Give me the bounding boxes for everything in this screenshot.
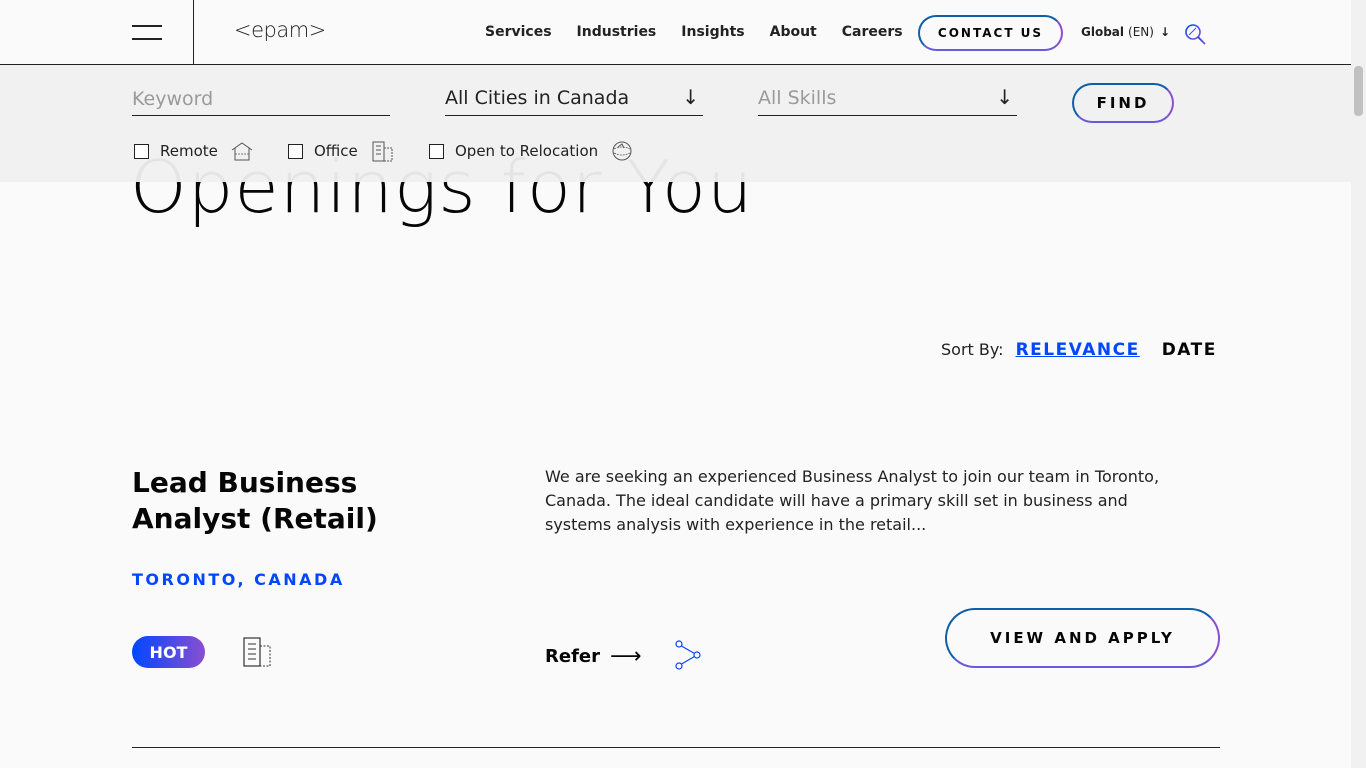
language-code: (EN) <box>1128 25 1154 39</box>
nav-industries[interactable]: Industries <box>577 24 657 40</box>
epam-logo[interactable]: <epam> <box>234 18 326 42</box>
main-nav: Services Industries Insights About Caree… <box>485 24 903 40</box>
view-and-apply-button[interactable]: VIEW AND APPLY <box>945 608 1220 668</box>
chevron-down-icon: ↓ <box>996 85 1013 109</box>
relocation-checkbox[interactable] <box>429 143 444 159</box>
sort-label: Sort By: <box>941 340 1004 359</box>
hot-badge: HOT <box>132 636 205 668</box>
sort-relevance-link[interactable]: RELEVANCE <box>1016 340 1140 360</box>
home-icon <box>231 142 253 161</box>
city-select-value: All Cities in Canada <box>445 87 630 109</box>
chevron-down-icon: ↓ <box>1159 25 1170 39</box>
job-description: We are seeking an experienced Business A… <box>545 467 1160 534</box>
header-divider <box>193 0 194 65</box>
refer-link[interactable]: Refer ⟶ <box>545 644 642 669</box>
keyword-input[interactable]: Keyword <box>132 85 390 116</box>
sort-control: Sort By: RELEVANCE DATE <box>941 340 1217 360</box>
remote-label: Remote <box>160 142 218 160</box>
nav-insights[interactable]: Insights <box>681 24 744 40</box>
language-selector[interactable]: Global (EN) ↓ <box>1081 25 1170 39</box>
office-label: Office <box>314 142 358 160</box>
sort-date-link[interactable]: DATE <box>1162 340 1217 360</box>
arrow-right-icon: ⟶ <box>609 644 642 669</box>
site-header: <epam> Services Industries Insights Abou… <box>0 0 1351 65</box>
job-title[interactable]: Lead Business Analyst (Retail) <box>132 465 432 537</box>
job-location: TORONTO, CANADA <box>132 570 345 589</box>
relocation-checkbox-row[interactable]: Open to Relocation <box>429 140 634 162</box>
office-checkbox[interactable] <box>288 143 303 159</box>
remote-checkbox[interactable] <box>134 143 149 159</box>
remote-checkbox-row[interactable]: Remote <box>134 140 254 162</box>
relocation-icon <box>612 141 632 161</box>
city-select[interactable]: All Cities in Canada ↓ <box>445 85 703 116</box>
share-icon[interactable] <box>674 640 702 670</box>
skills-select-value: All Skills <box>758 87 837 109</box>
global-label: Global <box>1081 25 1125 39</box>
page-scrollbar[interactable] <box>1351 0 1366 768</box>
nav-careers[interactable]: Careers <box>842 24 903 40</box>
refer-label: Refer <box>545 646 600 667</box>
building-icon <box>243 637 271 667</box>
office-checkbox-row[interactable]: Office <box>288 140 394 162</box>
search-icon[interactable] <box>1183 22 1207 46</box>
find-button[interactable]: FIND <box>1072 83 1174 123</box>
scrollbar-thumb[interactable] <box>1354 66 1363 116</box>
skills-select[interactable]: All Skills ↓ <box>758 85 1017 116</box>
chevron-down-icon: ↓ <box>682 85 699 109</box>
contact-us-button[interactable]: CONTACT US <box>918 15 1063 51</box>
nav-services[interactable]: Services <box>485 24 552 40</box>
building-icon <box>372 141 393 162</box>
menu-icon[interactable] <box>132 25 162 41</box>
divider <box>132 747 1220 748</box>
nav-about[interactable]: About <box>770 24 817 40</box>
job-filter-bar: Keyword All Cities in Canada ↓ All Skill… <box>0 65 1351 182</box>
relocation-label: Open to Relocation <box>455 142 599 160</box>
